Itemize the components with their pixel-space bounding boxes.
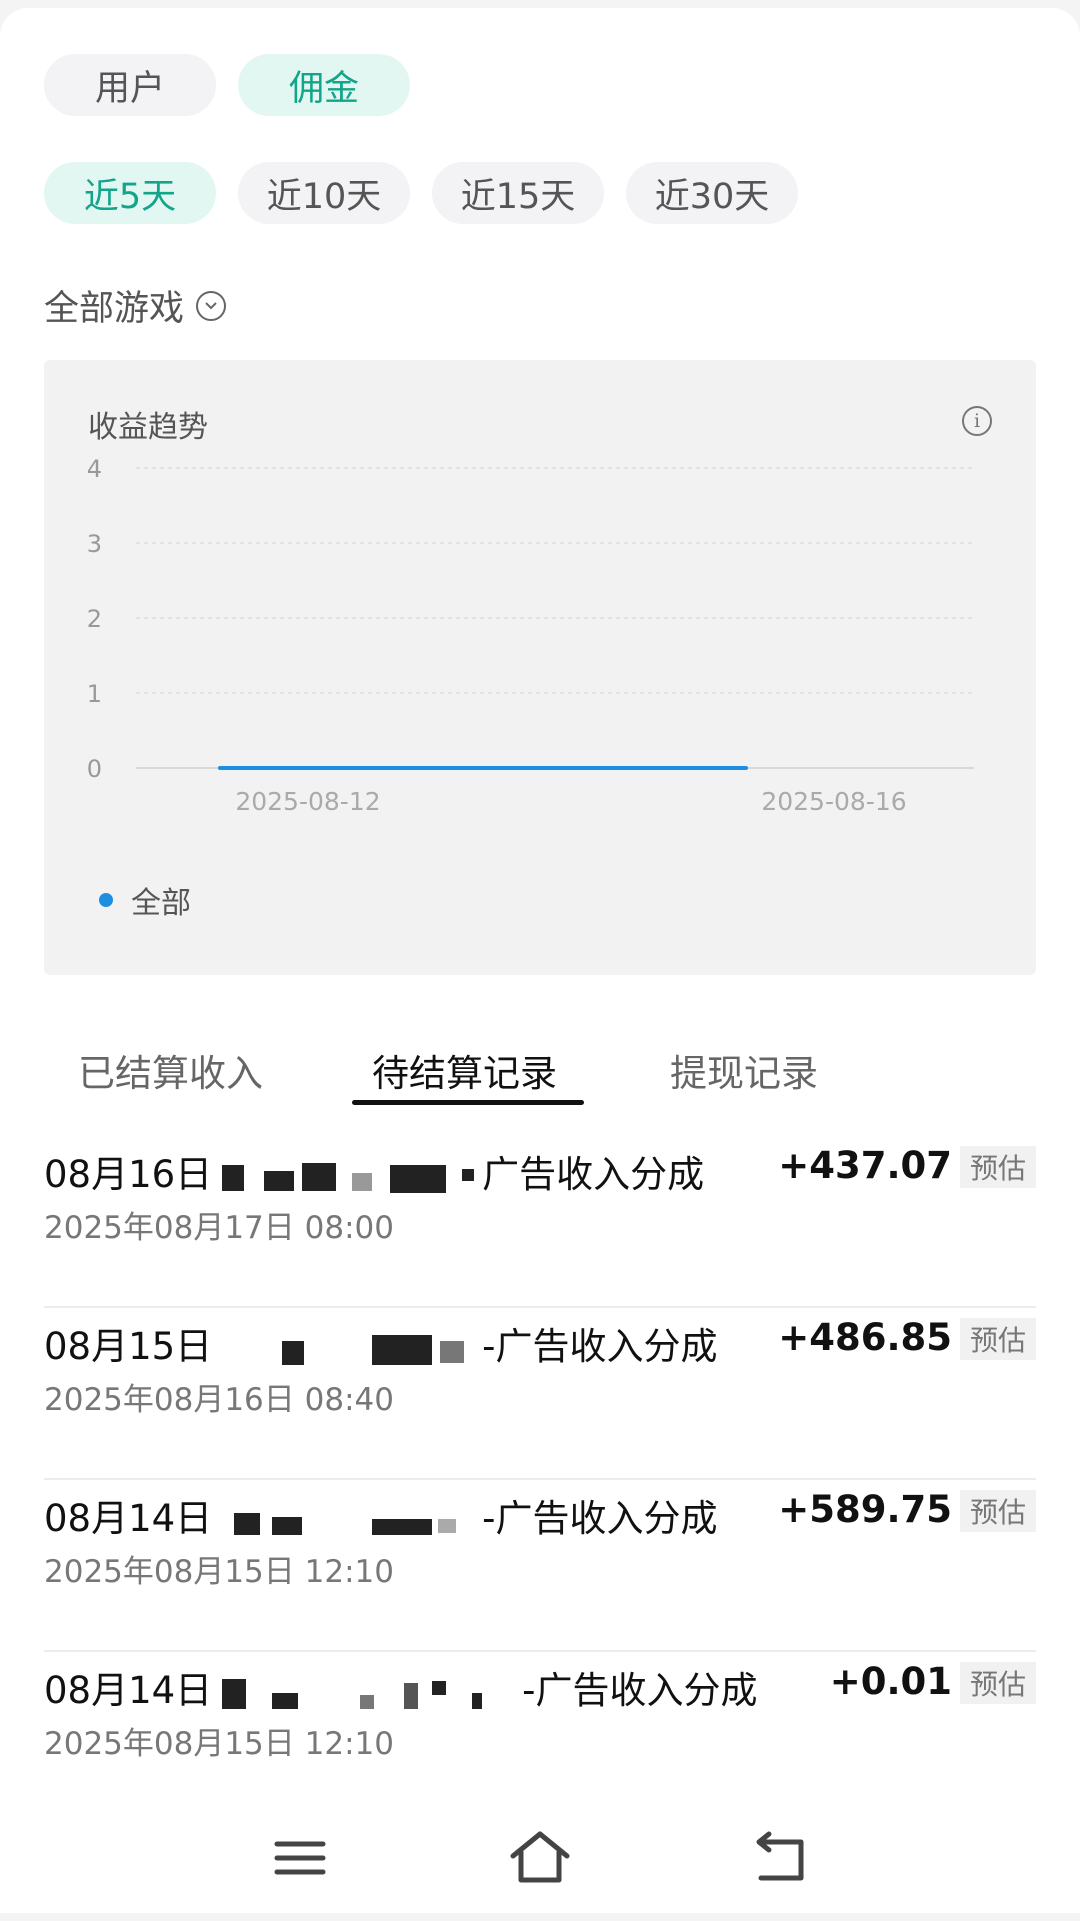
record-time: 2025年08月16日 08:40 bbox=[44, 1382, 394, 1418]
home-icon[interactable] bbox=[505, 1828, 575, 1888]
active-tab-indicator bbox=[352, 1100, 584, 1105]
tab-withdraw-records[interactable]: 提现记录 bbox=[670, 1043, 818, 1097]
record-item[interactable]: 08月14日 -广告收入分成 2025年08月15日 12:10 +0.01 预… bbox=[44, 1652, 1036, 1824]
redacted-text bbox=[212, 1503, 482, 1539]
content-card: 用户 佣金 近5天 近10天 近15天 近30天 全部游戏 收益趋势 i 012… bbox=[0, 8, 1080, 1913]
system-navigation-bar bbox=[0, 1808, 1080, 1921]
game-filter-label: 全部游戏 bbox=[44, 289, 185, 329]
record-amount: +486.85 bbox=[778, 1316, 952, 1359]
menu-icon[interactable] bbox=[265, 1828, 335, 1888]
earnings-trend-chart: 收益趋势 i 0 1 2 3 4 2025-08-12 2025-08-16 全部 bbox=[44, 360, 1036, 975]
period-15-days[interactable]: 近15天 bbox=[432, 162, 604, 224]
period-10-days[interactable]: 近10天 bbox=[238, 162, 410, 224]
record-title: 08月14日 -广告收入分成 bbox=[44, 1497, 718, 1540]
y-tick-label: 3 bbox=[87, 530, 102, 558]
record-amount: +589.75 bbox=[778, 1488, 952, 1531]
record-amount: +437.07 bbox=[778, 1144, 952, 1187]
back-icon[interactable] bbox=[745, 1828, 815, 1888]
y-tick-label: 2 bbox=[87, 605, 102, 633]
record-time: 2025年08月15日 12:10 bbox=[44, 1554, 394, 1590]
record-title: 08月16日 广告收入分成 bbox=[44, 1153, 705, 1196]
redacted-text bbox=[212, 1331, 482, 1367]
y-tick-label: 0 bbox=[87, 755, 102, 783]
tab-commission[interactable]: 佣金 bbox=[238, 54, 410, 116]
x-tick-label: 2025-08-16 bbox=[761, 787, 906, 816]
record-item[interactable]: 08月14日 -广告收入分成 2025年08月15日 12:10 +589.75… bbox=[44, 1480, 1036, 1652]
record-title: 08月15日 -广告收入分成 bbox=[44, 1325, 718, 1368]
record-title: 08月14日 -广告收入分成 bbox=[44, 1669, 758, 1712]
tab-pending-records[interactable]: 待结算记录 bbox=[372, 1043, 557, 1097]
x-tick-label: 2025-08-12 bbox=[235, 787, 380, 816]
period-30-days[interactable]: 近30天 bbox=[626, 162, 798, 224]
redacted-text bbox=[212, 1675, 522, 1711]
record-item[interactable]: 08月16日 广告收入分成 2025年08月17日 08:00 +437.07 … bbox=[44, 1136, 1036, 1308]
legend-dot bbox=[99, 893, 113, 907]
tab-settled-income[interactable]: 已结算收入 bbox=[78, 1043, 263, 1097]
estimate-badge: 预估 bbox=[959, 1490, 1036, 1532]
record-amount: +0.01 bbox=[829, 1660, 952, 1703]
tab-user[interactable]: 用户 bbox=[44, 54, 216, 116]
redacted-text bbox=[212, 1159, 482, 1195]
record-time: 2025年08月17日 08:00 bbox=[44, 1210, 394, 1246]
chevron-down-circle-icon bbox=[196, 290, 227, 321]
estimate-badge: 预估 bbox=[959, 1662, 1036, 1704]
legend-label: 全部 bbox=[131, 886, 191, 921]
chart-legend: 全部 bbox=[99, 878, 191, 922]
record-item[interactable]: 08月15日 -广告收入分成 2025年08月16日 08:40 +486.85… bbox=[44, 1308, 1036, 1480]
y-tick-label: 4 bbox=[87, 455, 102, 483]
estimate-badge: 预估 bbox=[959, 1146, 1036, 1188]
game-filter-dropdown[interactable]: 全部游戏 bbox=[44, 280, 227, 331]
estimate-badge: 预估 bbox=[959, 1318, 1036, 1360]
period-5-days[interactable]: 近5天 bbox=[44, 162, 216, 224]
y-tick-label: 1 bbox=[87, 680, 102, 708]
record-time: 2025年08月15日 12:10 bbox=[44, 1726, 394, 1762]
chart-plot: 0 1 2 3 4 2025-08-12 2025-08-16 bbox=[87, 455, 974, 816]
